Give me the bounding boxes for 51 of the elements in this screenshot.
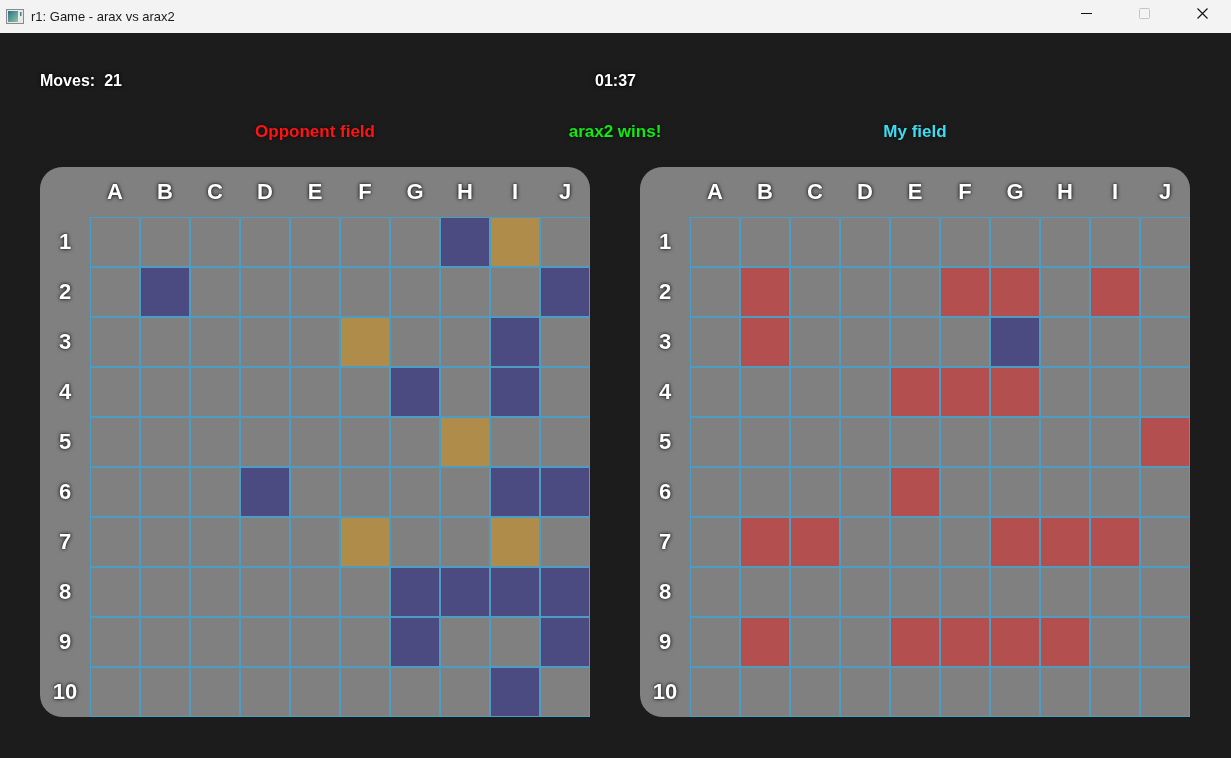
column-label: D <box>857 179 873 205</box>
column-label: H <box>457 179 473 205</box>
board-title: Opponent field <box>255 122 375 142</box>
column-label: A <box>707 179 723 205</box>
column-label: F <box>358 179 372 205</box>
row-label: 3 <box>658 329 672 355</box>
row-label: 4 <box>658 379 672 405</box>
result-message: arax2 wins! <box>568 122 662 142</box>
minimize-icon <box>1080 13 1092 14</box>
column-label: C <box>807 179 823 205</box>
column-label: C <box>207 179 223 205</box>
column-label: A <box>107 179 123 205</box>
row-label: 4 <box>58 379 72 405</box>
row-label: 5 <box>58 429 72 455</box>
window-title: r1: Game - arax vs arax2 <box>31 9 175 24</box>
column-label: B <box>757 179 773 205</box>
row-label: 10 <box>652 679 678 705</box>
row-label: 7 <box>58 529 72 555</box>
game-timer: 01:37 <box>595 72 636 90</box>
row-label: 10 <box>52 679 78 705</box>
row-label: 5 <box>658 429 672 455</box>
column-label: I <box>1111 179 1119 205</box>
row-label: 8 <box>58 579 72 605</box>
column-label: G <box>1006 179 1024 205</box>
row-label: 6 <box>58 479 72 505</box>
row-label: 3 <box>58 329 72 355</box>
moves-count: 21 <box>104 72 122 90</box>
column-label: J <box>1158 179 1172 205</box>
app-icon <box>6 9 24 24</box>
column-label: E <box>907 179 923 205</box>
row-label: 1 <box>658 229 672 255</box>
column-label: J <box>558 179 572 205</box>
column-label: E <box>307 179 323 205</box>
column-label: G <box>406 179 424 205</box>
row-label: 2 <box>58 279 72 305</box>
column-label: D <box>257 179 273 205</box>
moves-label: Moves: <box>40 72 96 90</box>
row-label: 1 <box>58 229 72 255</box>
column-label: B <box>157 179 173 205</box>
row-label: 6 <box>658 479 672 505</box>
column-label: F <box>958 179 972 205</box>
column-label: I <box>511 179 519 205</box>
board-title: My field <box>883 122 947 142</box>
row-label: 9 <box>658 629 672 655</box>
close-icon <box>1196 8 1208 19</box>
row-label: 8 <box>658 579 672 605</box>
row-label: 7 <box>658 529 672 555</box>
maximize-icon <box>1138 8 1150 19</box>
row-label: 9 <box>58 629 72 655</box>
row-label: 2 <box>658 279 672 305</box>
column-label: H <box>1057 179 1073 205</box>
